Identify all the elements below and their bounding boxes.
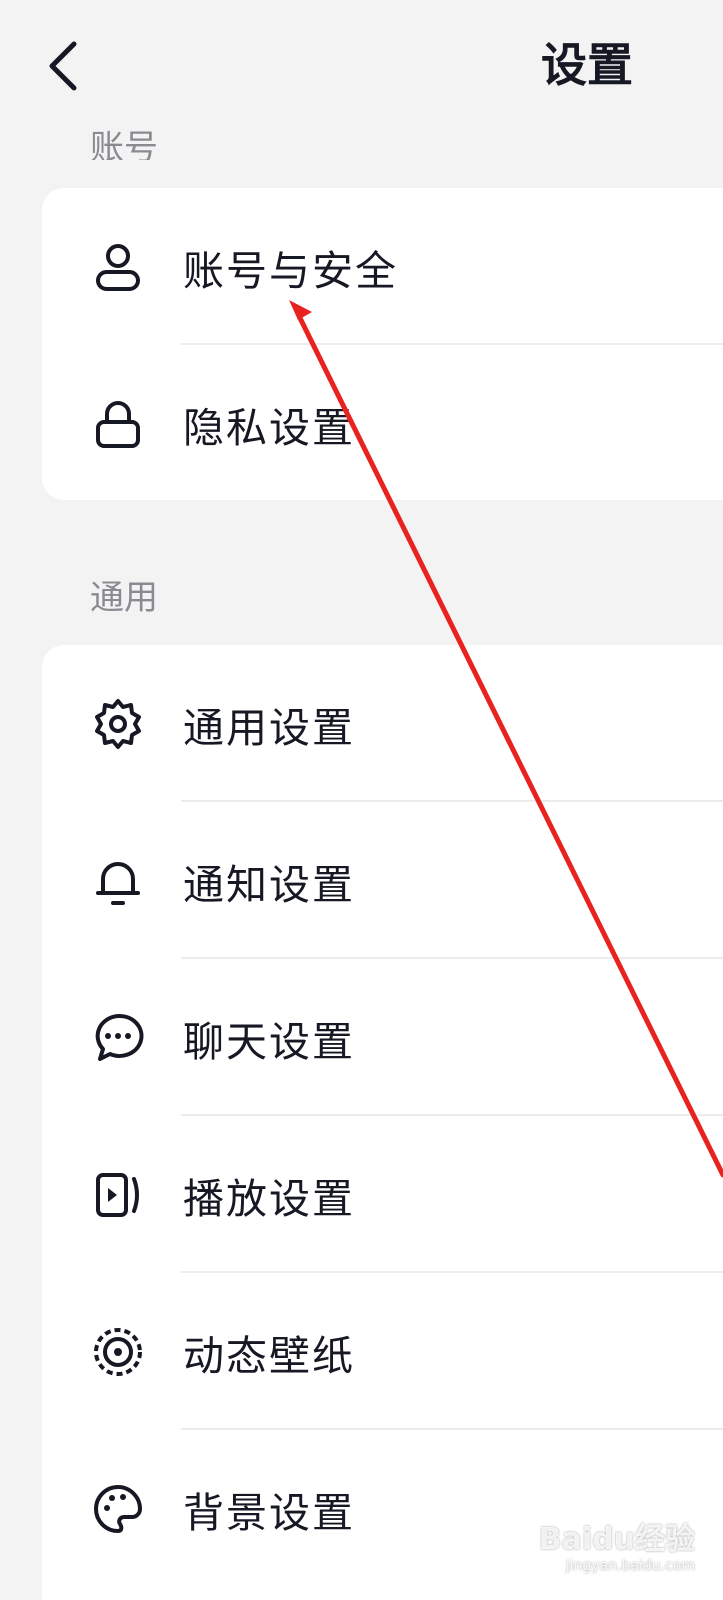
palette-icon [90, 1481, 146, 1537]
menu-item-label: 账号与安全 [183, 246, 398, 295]
menu-item-playback-settings[interactable]: 播放设置 [42, 1116, 723, 1273]
bell-icon [90, 853, 146, 909]
watermark-text: Baidu经验 [538, 1522, 695, 1557]
menu-item-live-wallpaper[interactable]: 动态壁纸 [42, 1273, 723, 1430]
lock-icon [90, 396, 146, 452]
menu-item-privacy[interactable]: 隐私设置 [42, 345, 723, 502]
chevron-left-icon [49, 41, 77, 91]
chat-bubble-icon [90, 1010, 146, 1066]
general-card: 通用设置 通知设置 聊天设置 播放设置 动态壁纸 背景设置 [42, 645, 723, 1600]
play-icon [90, 1167, 146, 1223]
menu-item-label: 通知设置 [183, 860, 355, 909]
menu-item-notification-settings[interactable]: 通知设置 [42, 802, 723, 959]
section-label-general: 通用 [90, 578, 158, 618]
back-button[interactable] [40, 36, 88, 96]
page-title: 设置 [541, 38, 633, 92]
menu-item-general-settings[interactable]: 通用设置 [42, 645, 723, 802]
section-label-account: 账号 [90, 128, 158, 160]
settings-page: 设置 账号 账号与安全 隐私设置 通用 通用设置 通知设置 聊天设置 播放设置 … [0, 0, 723, 1600]
menu-item-label: 聊天设置 [183, 1017, 355, 1066]
menu-item-label: 背景设置 [183, 1488, 355, 1537]
wallpaper-icon [90, 1324, 146, 1380]
menu-item-label: 通用设置 [183, 703, 355, 752]
menu-item-chat-settings[interactable]: 聊天设置 [42, 959, 723, 1116]
gear-icon [90, 696, 146, 752]
watermark: Baidu经验 jingyan.baidu.com [539, 1514, 695, 1574]
menu-item-label: 播放设置 [183, 1174, 355, 1223]
menu-item-account-security[interactable]: 账号与安全 [42, 188, 723, 345]
menu-item-label: 隐私设置 [183, 403, 355, 452]
header: 设置 [0, 0, 723, 130]
menu-item-label: 动态壁纸 [183, 1331, 355, 1380]
user-icon [90, 239, 146, 295]
account-card: 账号与安全 隐私设置 [42, 188, 723, 500]
watermark-subtext: jingyan.baidu.com [565, 1558, 695, 1574]
